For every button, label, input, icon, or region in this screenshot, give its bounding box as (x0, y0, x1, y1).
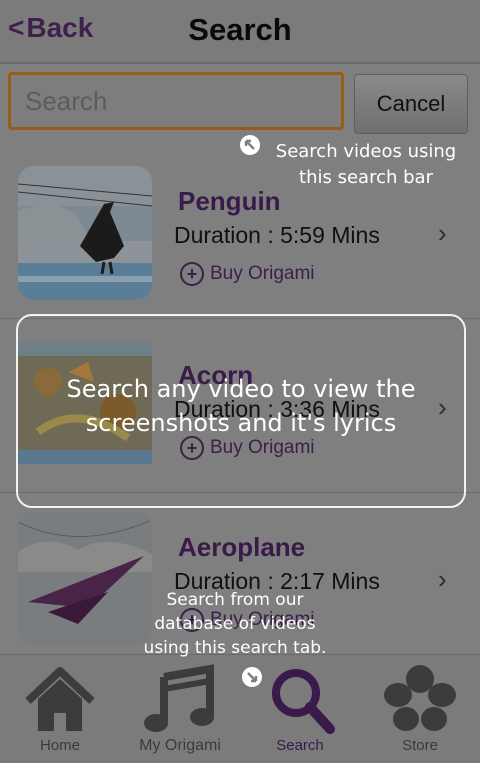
bottom-tab-bar: Home My Origami Search Store (0, 654, 480, 763)
cancel-button[interactable]: Cancel (354, 74, 468, 134)
music-note-icon (144, 664, 214, 732)
search-tab-hint: Search from our database of videos using… (120, 588, 350, 660)
hibiscus-flower-icon (384, 665, 456, 731)
search-input[interactable] (8, 72, 344, 130)
header-bar: <Back Search (0, 0, 480, 64)
pointer-arrow-icon (242, 667, 262, 687)
hint-line: Search videos using (275, 141, 457, 162)
home-icon (25, 667, 95, 731)
hint-line: using this search tab. (143, 638, 327, 658)
tab-label: Search (276, 737, 324, 754)
search-bar-hint: Search videos using this search bar (266, 139, 466, 191)
search-icon (272, 669, 335, 734)
buy-label: Buy Origami (210, 263, 315, 284)
hint-line: Search from our (166, 590, 304, 610)
pointer-arrow-icon (240, 135, 260, 155)
penguin-thumbnail (18, 166, 152, 300)
hint-line: Search any video to view the (66, 375, 416, 403)
tab-store[interactable]: Store (360, 655, 480, 763)
chevron-right-icon[interactable]: › (438, 218, 447, 249)
center-hint: Search any video to view the screenshots… (16, 372, 466, 440)
plus-circle-icon: + (180, 262, 204, 286)
hint-line: this search bar (299, 167, 433, 188)
hint-line: screenshots and it's lyrics (85, 409, 397, 437)
tab-label: Store (402, 737, 438, 754)
hint-line: database of videos (154, 614, 316, 634)
tab-label: Home (39, 737, 80, 754)
item-title: Aeroplane (178, 532, 306, 562)
search-bar: Cancel (0, 64, 480, 144)
buy-origami-link[interactable]: + Buy Origami (180, 262, 315, 286)
page-title: Search (188, 12, 292, 47)
item-duration: Duration : 5:59 Mins (174, 222, 380, 248)
tab-home[interactable]: Home (0, 655, 120, 763)
tab-label: My Origami (139, 737, 221, 754)
chevron-right-icon[interactable]: › (438, 564, 447, 595)
tab-my-origami[interactable]: My Origami (120, 655, 240, 763)
